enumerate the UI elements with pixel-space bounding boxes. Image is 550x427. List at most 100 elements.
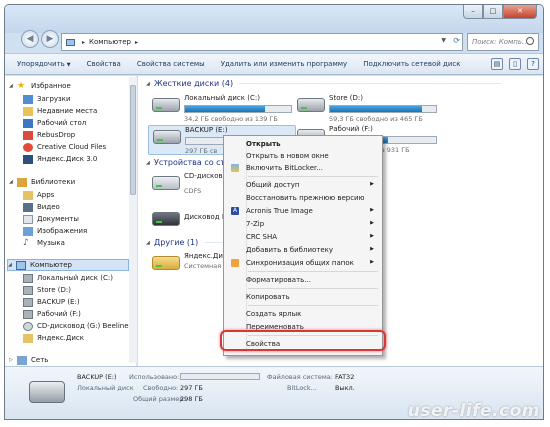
submenu-arrow-icon: ▶ (370, 207, 374, 213)
drive-bd[interactable]: Дисковод BD- (148, 208, 235, 230)
search-icon[interactable] (526, 37, 534, 45)
ctx-open[interactable]: Открыть (226, 138, 380, 150)
ctx-crc-sha[interactable]: CRC SHA ▶ (226, 231, 380, 243)
nav-libraries[interactable]: ◢ Библиотеки (9, 176, 75, 188)
folder-icon (152, 256, 180, 270)
hard-drive-icon (152, 98, 180, 112)
expand-arrow-icon[interactable]: ▷ (9, 357, 17, 363)
properties-highlight (220, 330, 386, 351)
hard-drive-icon (23, 285, 33, 295)
breadcrumb-separator-icon[interactable]: ▸ (82, 39, 85, 46)
nav-scrollbar[interactable] (129, 77, 137, 363)
video-icon (23, 202, 33, 212)
system-properties-button[interactable]: Свойства системы (129, 60, 213, 68)
drive-c[interactable]: Локальный диск (C:) 34,2 ГБ свободно из … (148, 94, 298, 126)
nav-item-recent[interactable]: Недавние места (23, 105, 97, 117)
hard-drive-icon (23, 297, 33, 307)
rebusdrop-icon (23, 130, 33, 140)
sync-icon (231, 259, 239, 267)
expand-arrow-icon[interactable]: ◢ (8, 262, 16, 268)
bd-drive-icon (152, 212, 180, 226)
collapse-arrow-icon[interactable]: ◢ (146, 160, 154, 166)
shield-icon (231, 164, 239, 172)
properties-button[interactable]: Свойства (79, 60, 129, 68)
nav-item-desktop[interactable]: Рабочий стол (23, 117, 86, 129)
star-icon: ★ (17, 80, 26, 91)
nav-item-yandex-disk[interactable]: Яндекс.Диск (23, 332, 84, 344)
nav-item-drive-f[interactable]: Рабочий (F:) (23, 308, 81, 320)
group-removable[interactable]: ◢ Устройства со съе (146, 158, 231, 167)
refresh-icon[interactable]: ⟳ (453, 36, 460, 45)
preview-pane-icon[interactable]: ▯ (509, 58, 521, 70)
ctx-create-shortcut[interactable]: Создать ярлык (226, 308, 380, 320)
ctx-copy[interactable]: Копировать (226, 291, 380, 303)
ctx-sync-shared-folders[interactable]: Синхронизация общих папок ▶ (226, 257, 380, 269)
nav-favorites[interactable]: ◢ ★ Избранное (9, 80, 71, 92)
details-fs-label: Файловая система: (267, 373, 333, 381)
desktop-icon (23, 118, 33, 128)
collapse-arrow-icon[interactable]: ◢ (146, 240, 154, 246)
search-placeholder: Поиск: Компь... (472, 38, 529, 46)
minimize-button[interactable]: – (463, 5, 483, 19)
creative-cloud-icon (23, 142, 33, 152)
close-button[interactable]: ✕ (503, 5, 537, 19)
search-input[interactable]: Поиск: Компь... (467, 33, 539, 51)
group-other[interactable]: ◢ Другие (1) (146, 238, 225, 247)
breadcrumb-computer[interactable]: Компьютер (89, 38, 131, 46)
back-icon[interactable]: ◀ (21, 30, 39, 48)
uninstall-program-button[interactable]: Удалить или изменить программу (213, 60, 355, 68)
nav-item-drive-c[interactable]: Локальный диск (C:) (23, 272, 113, 284)
nav-item-yandex-disk-3[interactable]: Яндекс.Диск 3.0 (23, 153, 97, 165)
nav-item-drive-e[interactable]: BACKUP (E:) (23, 296, 80, 308)
view-options-icon[interactable]: ▤ (491, 58, 503, 70)
context-menu: Открыть Открыть в новом окне Включить Bi… (223, 135, 383, 356)
details-bitlocker-value: Выкл. (335, 384, 355, 392)
acronis-icon: A (231, 207, 239, 215)
hard-drive-icon (23, 273, 33, 283)
scrollbar-thumb[interactable] (130, 85, 136, 195)
expand-arrow-icon[interactable]: ◢ (9, 83, 17, 89)
nav-item-downloads[interactable]: Загрузки (23, 93, 71, 105)
nav-item-pictures[interactable]: Изображения (23, 225, 87, 237)
documents-icon (23, 214, 33, 224)
nav-item-drive-d[interactable]: Store (D:) (23, 284, 71, 296)
address-dropdown-icon[interactable]: ▼ (441, 37, 446, 44)
recent-places-icon (23, 106, 33, 116)
ctx-open-new-window[interactable]: Открыть в новом окне (226, 150, 380, 162)
expand-arrow-icon[interactable]: ◢ (9, 179, 17, 185)
ctx-acronis[interactable]: A Acronis True Image ▶ (226, 205, 380, 217)
maximize-button[interactable]: □ (483, 5, 503, 19)
yandex-disk-folder[interactable]: Яндекс.Диск Системная па (148, 252, 231, 280)
command-bar: Упорядочить ▼ Свойства Свойства системы У… (5, 53, 543, 75)
nav-item-music[interactable]: ♪ Музыка (23, 237, 65, 249)
music-icon: ♪ (23, 237, 29, 248)
ctx-format[interactable]: Форматировать... (226, 274, 380, 286)
ctx-share[interactable]: Общий доступ ▶ (226, 179, 380, 191)
drive-d[interactable]: Store (D:) 59,3 ГБ свободно из 465 ГБ (293, 94, 443, 126)
nav-item-rebusdrop[interactable]: RebusDrop (23, 129, 75, 141)
map-network-drive-button[interactable]: Подключить сетевой диск (355, 60, 468, 68)
nav-computer[interactable]: ◢ Компьютер (7, 259, 129, 271)
details-total-label: Общий размер: (133, 395, 186, 403)
ctx-enable-bitlocker[interactable]: Включить BitLocker... (226, 162, 380, 174)
nav-network[interactable]: ▷ Сеть (9, 354, 48, 366)
nav-item-apps[interactable]: Apps (23, 189, 54, 201)
hard-drive-icon (297, 98, 325, 112)
organize-button[interactable]: Упорядочить ▼ (9, 60, 79, 68)
ctx-add-to-library[interactable]: Добавить в библиотеку ▶ (226, 244, 380, 256)
ctx-7zip[interactable]: 7-Zip ▶ (226, 218, 380, 230)
details-fs-value: FAT32 (335, 373, 355, 381)
drive-cd[interactable]: CD-дисковод CDFS (148, 172, 232, 200)
nav-item-creative-cloud[interactable]: Creative Cloud Files (23, 141, 106, 153)
hard-drive-icon (153, 130, 181, 144)
nav-item-video[interactable]: Видео (23, 201, 60, 213)
address-bar[interactable]: ▸ Компьютер ▸ ▼ ⟳ (61, 33, 463, 51)
group-hard-drives[interactable]: ◢ Жесткие диски (4) (146, 79, 502, 88)
nav-item-documents[interactable]: Документы (23, 213, 79, 225)
ctx-restore-previous[interactable]: Восстановить прежнюю версию (226, 192, 380, 204)
help-icon[interactable]: ? (527, 58, 539, 70)
breadcrumb-separator-icon[interactable]: ▸ (135, 39, 138, 46)
collapse-arrow-icon[interactable]: ◢ (146, 81, 154, 87)
forward-icon[interactable]: ▶ (41, 30, 59, 48)
nav-item-drive-g[interactable]: CD-дисковод (G:) Beeline (23, 320, 129, 332)
